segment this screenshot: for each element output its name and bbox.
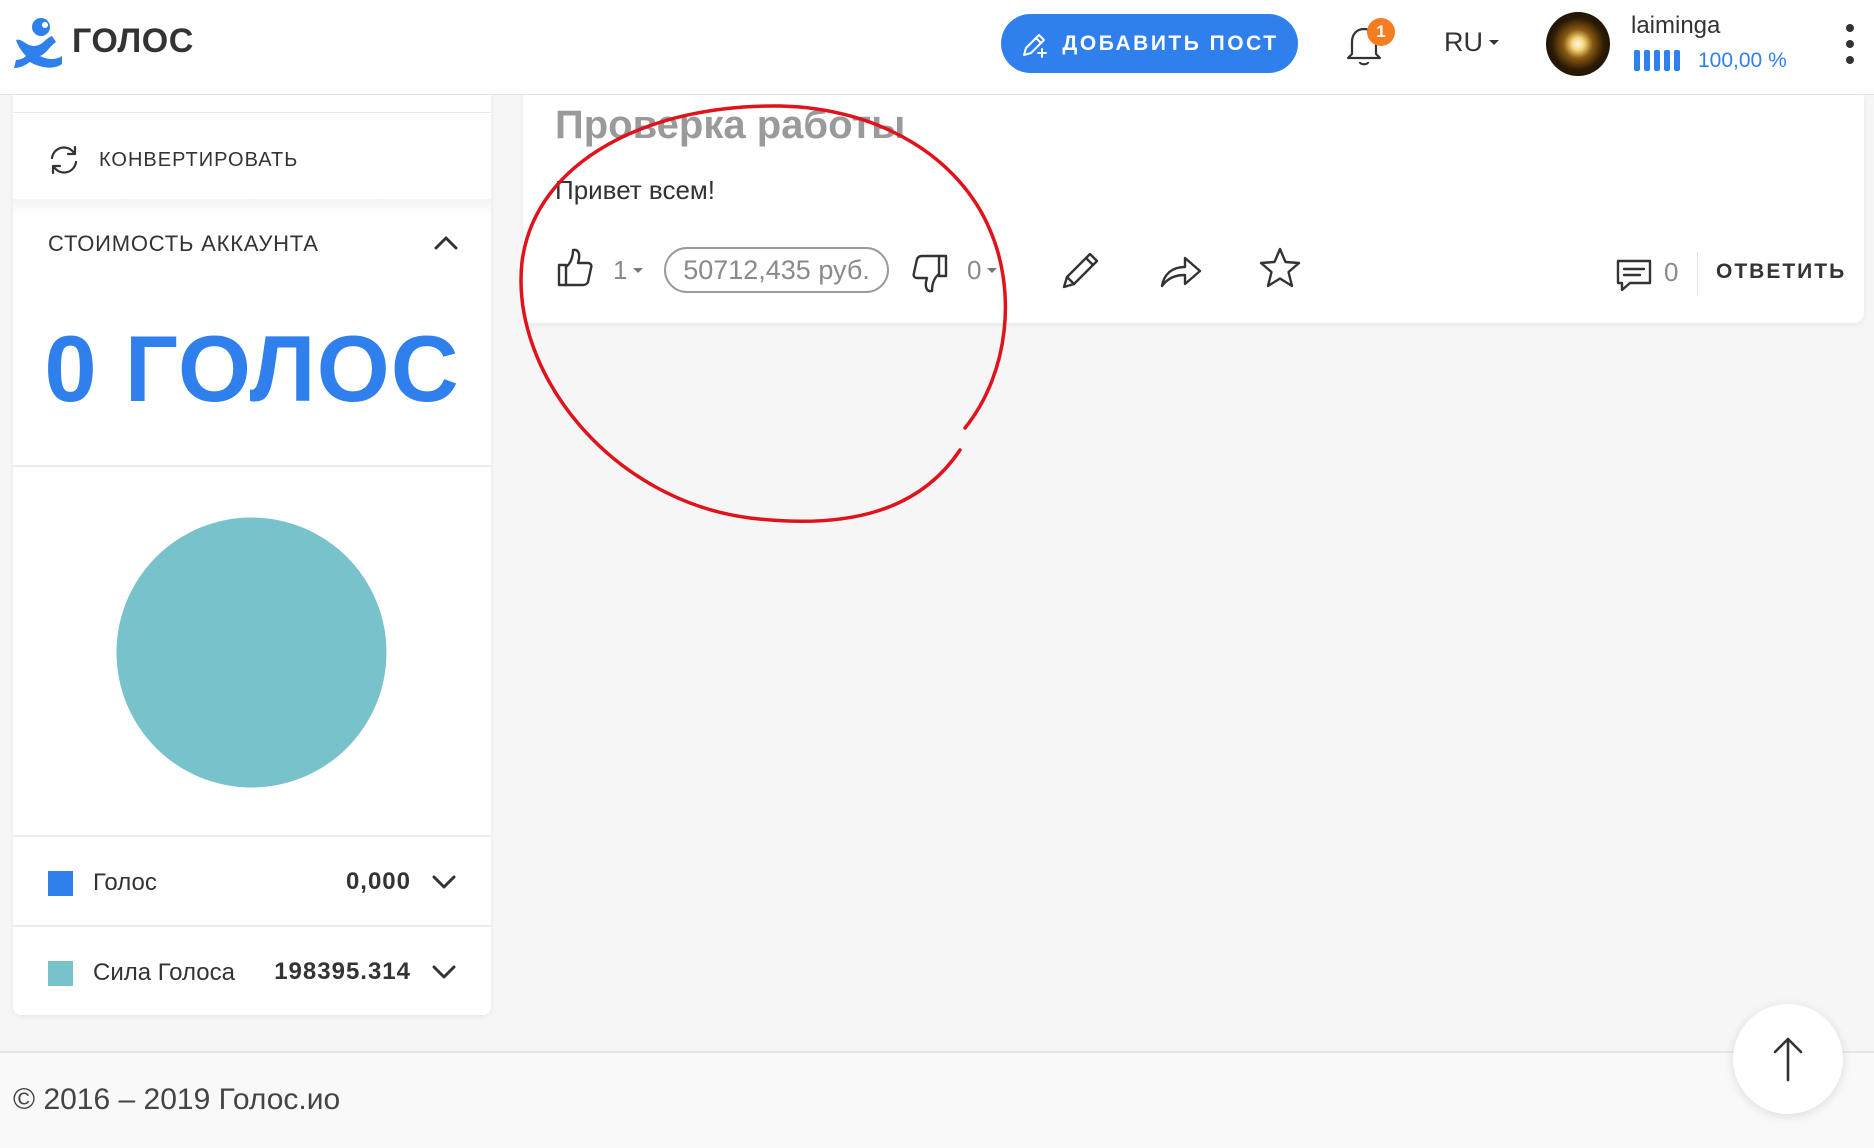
legend-row-golos-power: Сила Голоса 198395.314 [13,927,491,1015]
legend-name: Голос [93,869,157,896]
legend-swatch [48,871,73,896]
chevron-down-icon[interactable] [427,865,461,899]
divider [13,112,491,113]
legend-row-golos: Голос 0,000 [13,837,491,925]
top-header: ГОЛОС ДОБАВИТЬ ПОСТ 1 RU laiminga 100,00… [0,0,1874,95]
chevron-down-icon[interactable] [427,955,461,989]
post-card: Проверка работы Привет всем! 1 50712,435… [523,95,1864,323]
reply-button[interactable]: ОТВЕТИТЬ [1716,260,1846,284]
brand-name[interactable]: ГОЛОС [72,22,194,61]
legend-value: 198395.314 [274,958,411,985]
comments-count[interactable]: 0 [1664,257,1678,288]
wallet-sidebar: КОНВЕРТИРОВАТЬ СТОИМОСТЬ АККАУНТА 0 ГОЛО… [13,95,491,1015]
chevron-up-icon[interactable] [428,225,464,261]
pen-plus-icon [1023,33,1048,58]
legend-name: Сила Голоса [93,959,235,986]
caret-down-icon [1489,40,1499,45]
convert-label: КОНВЕРТИРОВАТЬ [99,148,299,171]
comment-icon[interactable] [1614,257,1654,295]
thumbs-up-icon[interactable] [555,245,595,291]
convert-button[interactable]: КОНВЕРТИРОВАТЬ [47,143,298,177]
payout-pill[interactable]: 50712,435 руб. [664,247,889,293]
upvote-count-value: 1 [613,255,628,285]
section-title: СТОИМОСТЬ АККАУНТА [48,231,319,256]
voting-power-percent: 100,00 % [1698,49,1787,72]
language-selector[interactable]: RU [1444,27,1499,58]
copyright-text: © 2016 – 2019 Голос.ио [13,1083,341,1116]
legend-swatch [48,961,73,986]
share-icon[interactable] [1158,250,1204,292]
notification-badge: 1 [1367,18,1395,46]
pencil-icon[interactable] [1058,247,1104,293]
golos-logo-icon[interactable] [12,16,64,72]
caret-down-icon [987,268,998,273]
scroll-to-top-button[interactable] [1733,1004,1843,1114]
section-gap [13,199,491,215]
divider [1697,252,1698,296]
downvote-count[interactable]: 0 [967,255,998,286]
divider [13,465,491,467]
post-body: Привет всем! [555,175,715,205]
language-label: RU [1444,27,1483,57]
arrow-up-icon [1773,1037,1803,1082]
thumbs-down-icon[interactable] [910,250,950,296]
caret-down-icon [633,268,644,273]
username[interactable]: laiminga [1631,12,1720,40]
star-icon[interactable] [1256,245,1304,293]
legend-value: 0,000 [345,868,411,895]
account-balance: 0 ГОЛОС [44,316,460,421]
refresh-icon [50,145,78,175]
voting-power-bars [1634,50,1680,71]
post-title[interactable]: Проверка работы [555,103,905,148]
more-vertical-icon[interactable] [1838,22,1862,66]
balance-pie-chart [116,517,387,788]
avatar[interactable] [1546,12,1610,76]
add-post-label: ДОБАВИТЬ ПОСТ [1062,31,1279,55]
post-actions: 1 50712,435 руб. 0 0 ОТВЕТИТЬ [523,240,1864,320]
add-post-button[interactable]: ДОБАВИТЬ ПОСТ [1001,14,1298,73]
upvote-count[interactable]: 1 [613,255,644,286]
downvote-count-value: 0 [967,255,982,285]
